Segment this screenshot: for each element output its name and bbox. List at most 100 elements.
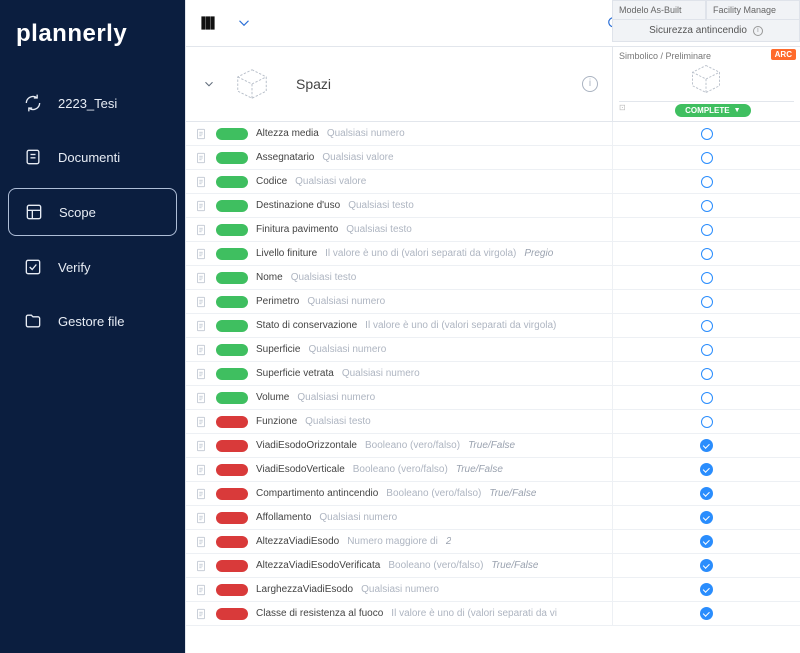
status-open-icon[interactable] [701,224,713,236]
property-row[interactable]: Livello finitureIl valore è uno di (valo… [186,242,800,266]
status-check-icon[interactable] [700,463,713,476]
status-check-icon[interactable] [700,559,713,572]
status-open-icon[interactable] [701,200,713,212]
status-open-icon[interactable] [701,152,713,164]
property-desc: Qualsiasi testo [346,224,412,235]
property-row[interactable]: Destinazione d'usoQualsiasi testo [186,194,800,218]
status-open-icon[interactable] [701,392,713,404]
sidebar-item-verify[interactable]: Verify [8,244,177,290]
sub-tab-sicurezza[interactable]: Sicurezza antincendio i [612,20,800,42]
file-icon [194,535,208,549]
status-check-icon[interactable] [700,487,713,500]
column-note: ⊡ [619,104,626,112]
status-pill [216,176,248,188]
chevron-down-icon[interactable] [230,9,258,37]
tab-as-built[interactable]: Modelo As-Built [612,0,706,20]
property-row[interactable]: ViadiEsodoOrizzontaleBooleano (vero/fals… [186,434,800,458]
property-row[interactable]: Stato di conservazioneIl valore è uno di… [186,314,800,338]
complete-badge[interactable]: COMPLETE▼ [675,104,750,117]
file-icon [194,151,208,165]
property-status-cell [612,242,800,265]
property-row[interactable]: Compartimento antincendioBooleano (vero/… [186,482,800,506]
property-desc: Qualsiasi testo [348,200,414,211]
property-table: Altezza mediaQualsiasi numeroAssegnatari… [186,122,800,653]
check-icon [22,256,44,278]
status-check-icon[interactable] [700,583,713,596]
property-row[interactable]: NomeQualsiasi testo [186,266,800,290]
file-icon [194,367,208,381]
tab-facility[interactable]: Facility Manage [706,0,800,20]
property-row[interactable]: CodiceQualsiasi valore [186,170,800,194]
status-pill [216,584,248,596]
status-open-icon[interactable] [701,176,713,188]
property-row[interactable]: SuperficieQualsiasi numero [186,338,800,362]
property-extra: True/False [489,488,536,499]
sidebar-item-gestore[interactable]: Gestore file [8,298,177,344]
status-open-icon[interactable] [701,296,713,308]
status-check-icon[interactable] [700,511,713,524]
info-icon[interactable]: i [582,76,598,92]
property-desc: Booleano (vero/falso) [353,464,448,475]
status-open-icon[interactable] [701,272,713,284]
status-open-icon[interactable] [701,248,713,260]
columns-icon[interactable] [194,9,222,37]
property-desc: Booleano (vero/falso) [386,488,481,499]
property-row[interactable]: AffollamentoQualsiasi numero [186,506,800,530]
info-icon[interactable]: i [753,26,763,36]
property-row[interactable]: PerimetroQualsiasi numero [186,290,800,314]
property-status-cell [612,314,800,337]
property-row[interactable]: Classe di resistenza al fuocoIl valore è… [186,602,800,626]
status-open-icon[interactable] [701,128,713,140]
property-desc: Qualsiasi valore [322,152,393,163]
cycle-icon [22,92,44,114]
property-row[interactable]: AltezzaViadiEsodoVerificataBooleano (ver… [186,554,800,578]
status-pill [216,296,248,308]
collapse-toggle[interactable] [200,75,218,93]
file-icon [194,487,208,501]
property-desc: Qualsiasi testo [291,272,357,283]
status-open-icon[interactable] [701,368,713,380]
property-row[interactable]: LarghezzaViadiEsodoQualsiasi numero [186,578,800,602]
status-check-icon[interactable] [700,607,713,620]
property-desc: Qualsiasi valore [295,176,366,187]
file-icon [194,175,208,189]
property-name: Volume [256,392,289,403]
property-status-cell [612,506,800,529]
property-row[interactable]: AltezzaViadiEsodoNumero maggiore di2 [186,530,800,554]
property-row[interactable]: Superficie vetrataQualsiasi numero [186,362,800,386]
property-row[interactable]: ViadiEsodoVerticaleBooleano (vero/falso)… [186,458,800,482]
brand-logo: plannerly [0,10,185,72]
property-name: Livello finiture [256,248,317,259]
property-status-cell [612,458,800,481]
status-pill [216,224,248,236]
file-icon [194,439,208,453]
main-panel: Modelo As-Built Facility Manage Sicurezz… [185,0,800,653]
layout-icon [23,201,45,223]
file-icon [194,511,208,525]
property-extra: True/False [491,560,538,571]
property-desc: Qualsiasi numero [308,344,386,355]
sidebar-item-project[interactable]: 2223_Tesi [8,80,177,126]
property-row[interactable]: Finitura pavimentoQualsiasi testo [186,218,800,242]
file-icon [194,415,208,429]
sidebar-item-documenti[interactable]: Documenti [8,134,177,180]
property-row[interactable]: Altezza mediaQualsiasi numero [186,122,800,146]
property-row[interactable]: VolumeQualsiasi numero [186,386,800,410]
status-pill [216,536,248,548]
property-desc: Qualsiasi numero [319,512,397,523]
cube-icon [688,61,726,99]
property-desc: Il valore è uno di (valori separati da v… [391,608,557,619]
sidebar-item-scope[interactable]: Scope [8,188,177,236]
property-row[interactable]: FunzioneQualsiasi testo [186,410,800,434]
status-check-icon[interactable] [700,439,713,452]
property-extra: Pregio [524,248,553,259]
property-row[interactable]: AssegnatarioQualsiasi valore [186,146,800,170]
property-desc: Il valore è uno di (valori separati da v… [365,320,556,331]
status-check-icon[interactable] [700,535,713,548]
status-open-icon[interactable] [701,344,713,356]
sidebar-item-label: Scope [59,205,96,220]
status-open-icon[interactable] [701,320,713,332]
property-name: ViadiEsodoOrizzontale [256,440,357,451]
sidebar-item-label: 2223_Tesi [58,96,117,111]
status-open-icon[interactable] [701,416,713,428]
